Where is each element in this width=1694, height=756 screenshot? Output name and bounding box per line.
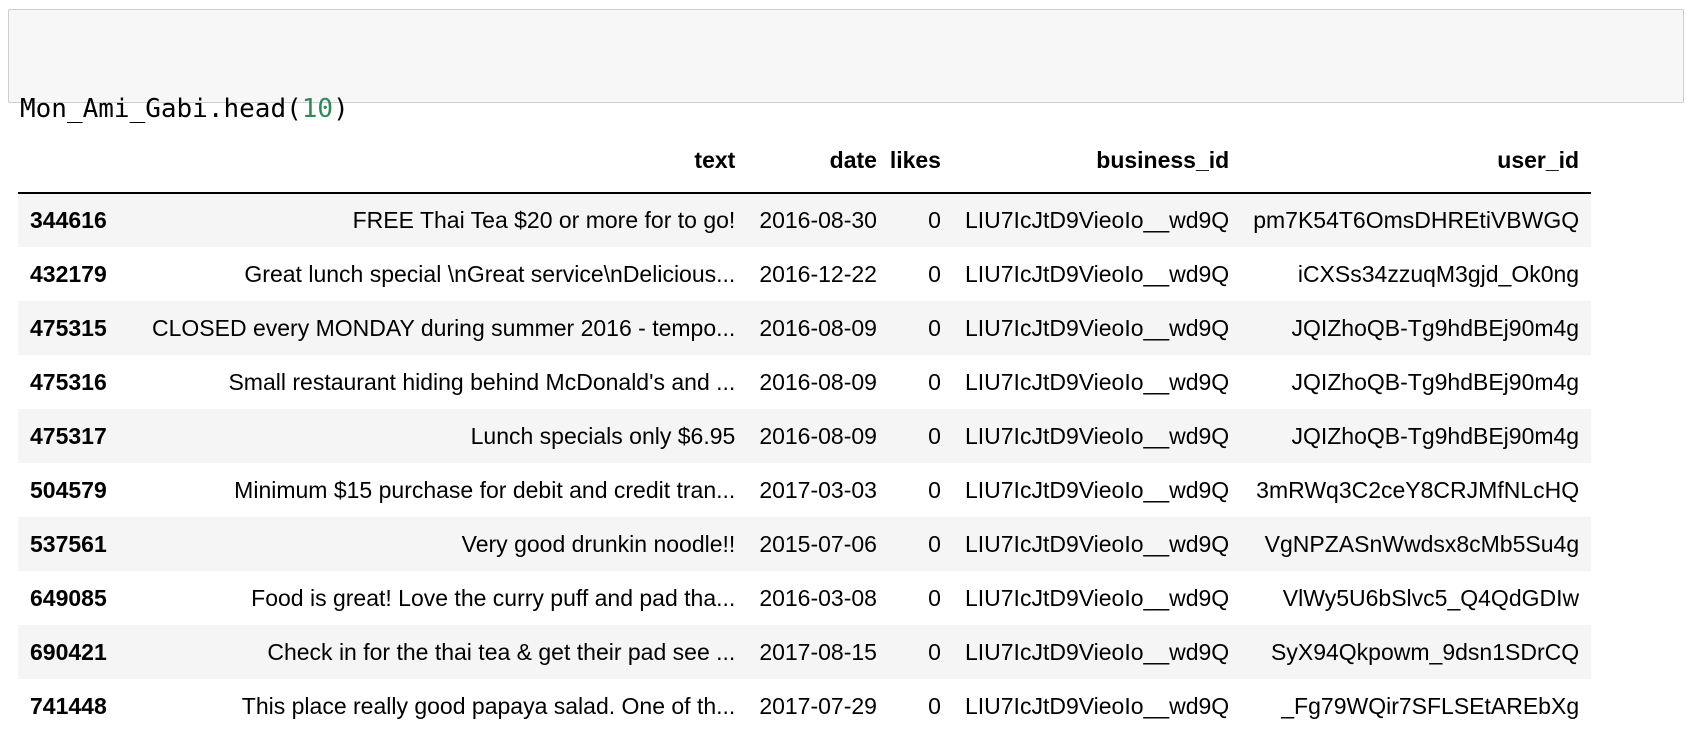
code-paren-open: ( bbox=[286, 94, 302, 124]
cell-text: Great lunch special \nGreat service\nDel… bbox=[244, 260, 736, 287]
table-row: 537561 Very good drunkin noodle!! 2015-07-… bbox=[18, 517, 1592, 571]
table-row: 741448 This place really good papaya sala… bbox=[18, 679, 1592, 733]
cell-text: FREE Thai Tea $20 or more for to go! bbox=[352, 207, 736, 233]
cell-user-id: 3mRWq3C2ceY8CRJMfNLcHQ bbox=[1256, 476, 1580, 503]
cell-business-id: LIU7IcJtD9VieoIo__wd9Q bbox=[964, 207, 1230, 233]
dataframe-table: text date likes business_id user_id 3446… bbox=[18, 128, 1592, 733]
cell-date: 2017-08-15 bbox=[759, 638, 877, 665]
row-index: 475317 bbox=[30, 422, 107, 449]
cell-date: 2017-03-03 bbox=[759, 476, 877, 503]
cell-text: Check in for the thai tea & get their pa… bbox=[267, 638, 736, 665]
table-row: 344616 FREE Thai Tea $20 or more for to g… bbox=[18, 193, 1592, 247]
table-header: text date likes business_id user_id bbox=[18, 128, 1592, 194]
cell-likes: 0 bbox=[928, 584, 941, 611]
cell-text: Food is great! Love the curry puff and p… bbox=[251, 584, 736, 611]
row-index: 741448 bbox=[30, 692, 107, 719]
cell-likes: 0 bbox=[928, 207, 941, 233]
cell-text: CLOSED every MONDAY during summer 2016 -… bbox=[152, 314, 736, 341]
cell-business-id: LIU7IcJtD9VieoIo__wd9Q bbox=[964, 368, 1230, 395]
cell-text: Small restaurant hiding behind McDonald'… bbox=[228, 368, 736, 395]
cell-likes: 0 bbox=[928, 368, 941, 395]
cell-likes: 0 bbox=[928, 530, 941, 557]
cell-business-id: LIU7IcJtD9VieoIo__wd9Q bbox=[964, 422, 1230, 449]
row-index: 504579 bbox=[30, 476, 107, 503]
code-function-call: Mon_Ami_Gabi.head bbox=[20, 94, 287, 124]
cell-likes: 0 bbox=[928, 476, 941, 503]
cell-likes: 0 bbox=[928, 638, 941, 665]
cell-date: 2016-08-09 bbox=[759, 314, 877, 341]
cell-business-id: LIU7IcJtD9VieoIo__wd9Q bbox=[964, 692, 1230, 719]
cell-date: 2016-08-09 bbox=[759, 368, 877, 395]
table-row: 649085 Food is great! Love the curry puff… bbox=[18, 571, 1592, 625]
row-index: 537561 bbox=[30, 530, 107, 557]
table-row: 432179 Great lunch special \nGreat servic… bbox=[18, 247, 1592, 301]
cell-date: 2016-03-08 bbox=[759, 584, 877, 611]
cell-text: Very good drunkin noodle!! bbox=[461, 530, 736, 557]
cell-user-id: VlWy5U6bSlvc5_Q4QdGDIw bbox=[1282, 584, 1580, 611]
code-cell[interactable]: Mon_Ami_Gabi.head(10) #People like the c… bbox=[8, 9, 1684, 226]
cell-text: This place really good papaya salad. One… bbox=[241, 692, 736, 719]
cell-likes: 0 bbox=[928, 314, 941, 341]
column-header-text: text bbox=[140, 128, 748, 194]
cell-date: 2016-08-09 bbox=[759, 422, 877, 449]
cell-text: Lunch specials only $6.95 bbox=[470, 422, 736, 449]
column-header-likes: likes bbox=[888, 128, 953, 194]
cell-user-id: _Fg79WQir7SFLSEtAREbXg bbox=[1281, 692, 1580, 719]
code-line-call: Mon_Ami_Gabi.head(10) bbox=[20, 92, 1671, 126]
header-row: text date likes business_id user_id bbox=[18, 128, 1592, 194]
column-header-user-id: user_id bbox=[1241, 128, 1592, 194]
cell-text: Minimum $15 purchase for debit and credi… bbox=[234, 476, 736, 503]
code-number-argument: 10 bbox=[301, 94, 334, 124]
table-row: 475317 Lunch specials only $6.95 2016-08-0… bbox=[18, 409, 1592, 463]
cell-date: 2015-07-06 bbox=[759, 530, 877, 557]
cell-business-id: LIU7IcJtD9VieoIo__wd9Q bbox=[964, 530, 1230, 557]
table-row: 504579 Minimum $15 purchase for debit and… bbox=[18, 463, 1592, 517]
cell-date: 2017-07-29 bbox=[759, 692, 877, 719]
column-header-business-id: business_id bbox=[952, 128, 1242, 194]
column-header-date: date bbox=[747, 128, 889, 194]
cell-user-id: pm7K54T6OmsDHREtiVBWGQ bbox=[1253, 207, 1580, 233]
table-body: 344616 FREE Thai Tea $20 or more for to g… bbox=[18, 193, 1592, 733]
cell-user-id: JQIZhoQB-Tg9hdBEj90m4g bbox=[1291, 314, 1580, 341]
cell-business-id: LIU7IcJtD9VieoIo__wd9Q bbox=[964, 314, 1230, 341]
row-index: 649085 bbox=[30, 584, 107, 611]
cell-date: 2016-12-22 bbox=[759, 260, 877, 287]
cell-likes: 0 bbox=[928, 260, 941, 287]
cell-user-id: JQIZhoQB-Tg9hdBEj90m4g bbox=[1291, 422, 1580, 449]
cell-business-id: LIU7IcJtD9VieoIo__wd9Q bbox=[964, 476, 1230, 503]
table-row: 475315 CLOSED every MONDAY during summer … bbox=[18, 301, 1592, 355]
cell-user-id: SyX94Qkpowm_9dsn1SDrCQ bbox=[1271, 638, 1580, 665]
row-index: 475316 bbox=[30, 368, 107, 395]
cell-business-id: LIU7IcJtD9VieoIo__wd9Q bbox=[964, 260, 1230, 287]
row-index: 432179 bbox=[30, 260, 107, 287]
index-header bbox=[18, 128, 140, 194]
cell-likes: 0 bbox=[928, 422, 941, 449]
table-row: 690421 Check in for the thai tea & get th… bbox=[18, 625, 1592, 679]
cell-user-id: iCXSs34zzuqM3gjd_Ok0ng bbox=[1297, 260, 1580, 287]
cell-business-id: LIU7IcJtD9VieoIo__wd9Q bbox=[964, 638, 1230, 665]
row-index: 690421 bbox=[30, 638, 107, 665]
row-index: 344616 bbox=[30, 207, 107, 233]
table-row: 475316 Small restaurant hiding behind McD… bbox=[18, 355, 1592, 409]
cell-date: 2016-08-30 bbox=[759, 207, 877, 233]
cell-user-id: JQIZhoQB-Tg9hdBEj90m4g bbox=[1291, 368, 1580, 395]
row-index: 475315 bbox=[30, 314, 107, 341]
code-paren-close: ) bbox=[333, 94, 349, 124]
cell-business-id: LIU7IcJtD9VieoIo__wd9Q bbox=[964, 584, 1230, 611]
cell-likes: 0 bbox=[928, 692, 941, 719]
cell-user-id: VgNPZASnWwdsx8cMb5Su4g bbox=[1264, 530, 1580, 557]
cell-output: text date likes business_id user_id 3446… bbox=[18, 128, 1650, 733]
